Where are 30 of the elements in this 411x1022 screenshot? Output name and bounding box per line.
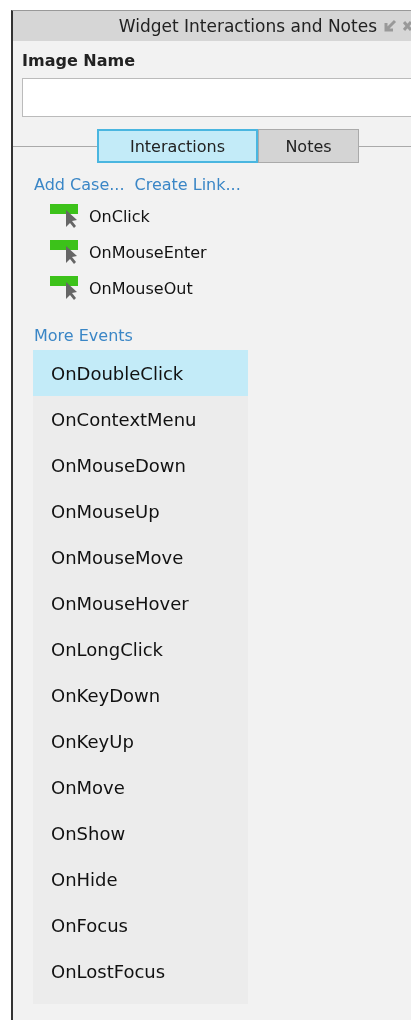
list-item[interactable]: OnShow — [33, 810, 248, 856]
list-item[interactable]: OnDoubleClick — [33, 350, 248, 396]
list-item[interactable]: OnMove — [33, 764, 248, 810]
event-cursor-icon — [50, 204, 80, 228]
event-label[interactable]: OnMouseEnter — [89, 242, 207, 262]
list-item[interactable]: OnKeyDown — [33, 672, 248, 718]
event-cursor-icon — [50, 276, 80, 300]
link[interactable]: Create Link... — [134, 175, 241, 194]
list-item[interactable]: OnKeyUp — [33, 718, 248, 764]
field-label: Image Name — [22, 51, 136, 70]
section-title: More Events — [34, 326, 134, 345]
input-field[interactable] — [22, 78, 411, 117]
close-icon[interactable] — [403, 19, 411, 33]
list-item[interactable]: OnLongClick — [33, 626, 248, 672]
list-item[interactable]: OnMouseDown — [33, 442, 248, 488]
list-item[interactable]: OnContextMenu — [33, 396, 248, 442]
list-item[interactable]: OnFocus — [33, 902, 248, 948]
event-cursor-icon — [50, 240, 80, 264]
list-item[interactable]: OnLostFocus — [33, 948, 248, 994]
list-item[interactable]: OnMouseUp — [33, 488, 248, 534]
link[interactable]: Add Case... — [34, 175, 125, 194]
list-item[interactable]: OnMouseMove — [33, 534, 248, 580]
list-item[interactable]: OnMouseHover — [33, 580, 248, 626]
event-label[interactable]: OnClick — [89, 206, 150, 226]
dock-arrow-icon[interactable] — [383, 19, 397, 33]
list-item[interactable]: OnHide — [33, 856, 248, 902]
event-label[interactable]: OnMouseOut — [89, 278, 193, 298]
tab[interactable]: Notes — [258, 129, 359, 163]
panel-title: Widget Interactions and Notes — [118, 16, 377, 36]
tab[interactable]: Interactions — [97, 129, 258, 163]
